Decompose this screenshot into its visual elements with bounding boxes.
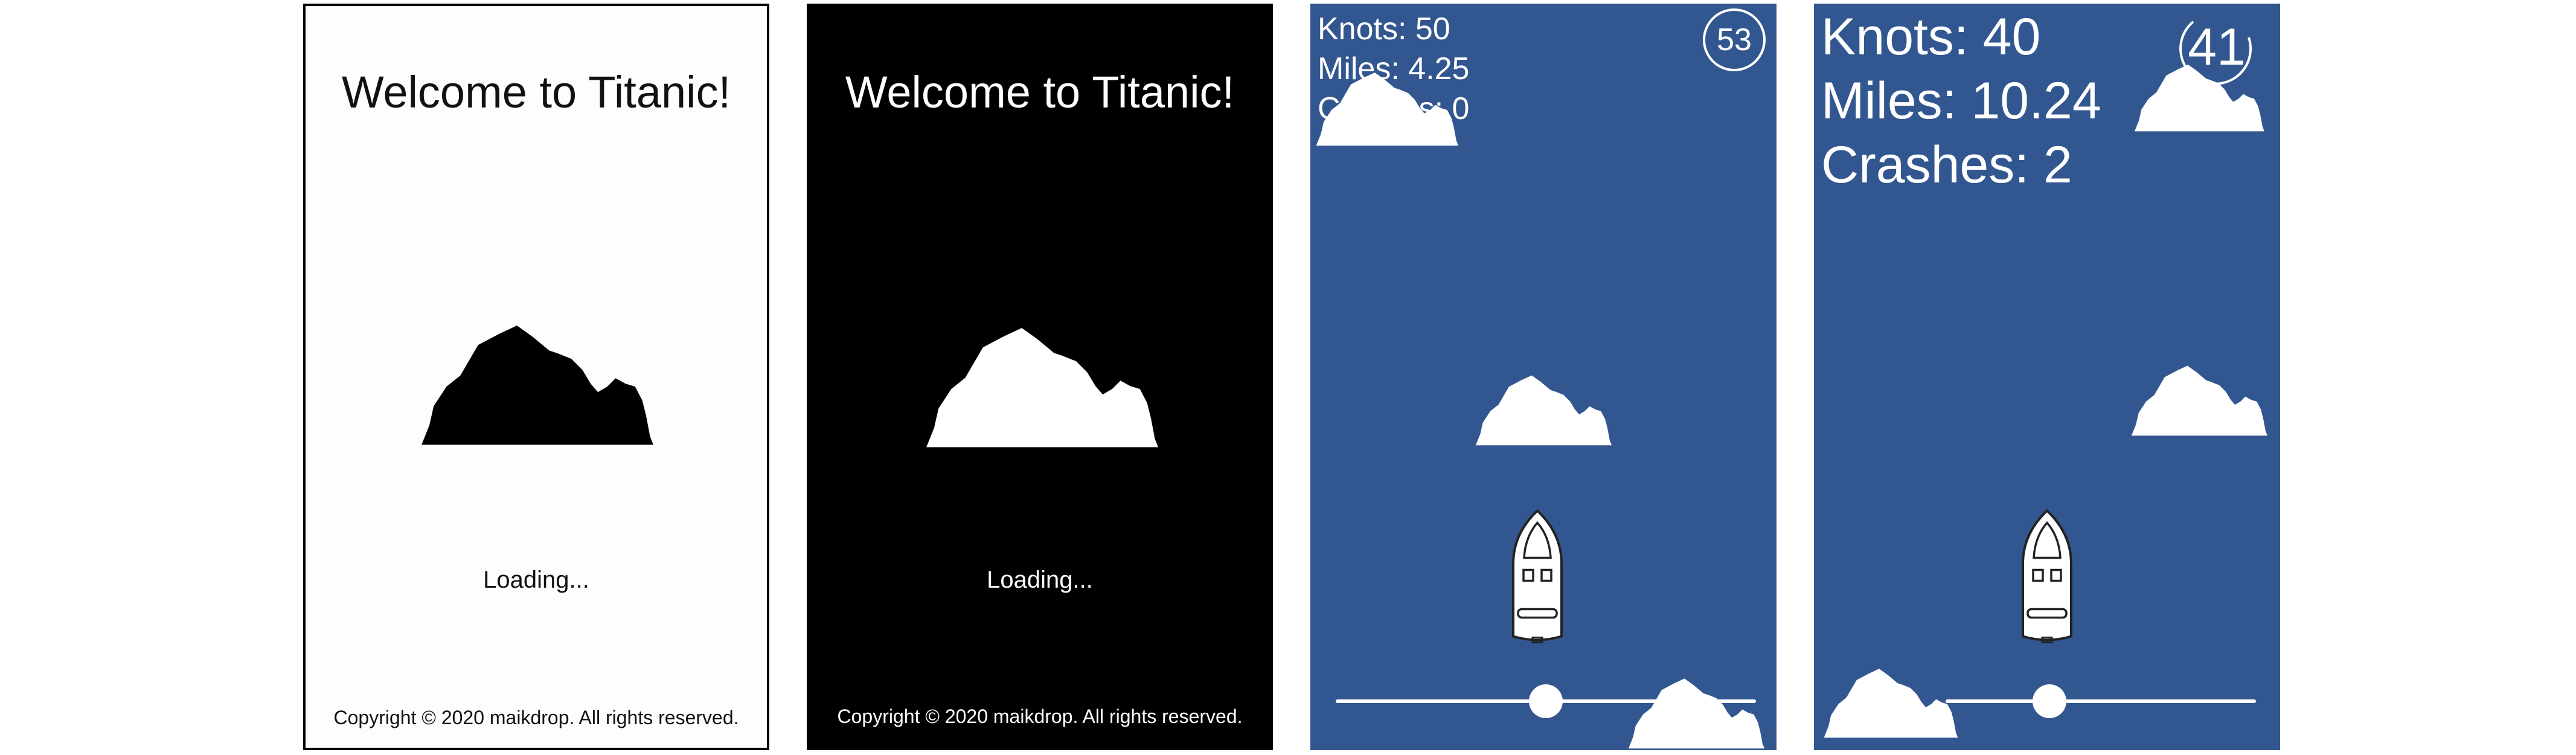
game-screen-large-hud[interactable]: Knots: 40 Miles: 10.24 Crashes: 2 41 [1814, 4, 2280, 750]
speed-slider-thumb[interactable] [2033, 684, 2066, 718]
countdown-timer: 53 [1703, 8, 1766, 71]
splash-screen-dark: Welcome to Titanic! Loading... Copyright… [807, 4, 1273, 750]
speed-slider-thumb[interactable] [1529, 684, 1563, 718]
miles-label: Miles: 10.24 [1821, 72, 2101, 130]
knots-label: Knots: 50 [1318, 11, 1450, 47]
game-screen-small-hud[interactable]: Knots: 50 Miles: 4.25 Crashes: 0 53 [1310, 4, 1777, 750]
copyright-label: Copyright © 2020 maikdrop. All rights re… [837, 705, 1243, 727]
iceberg-obstacle-icon [1316, 72, 1459, 146]
welcome-title: Welcome to Titanic! [845, 67, 1235, 117]
loading-label: Loading... [987, 567, 1093, 593]
ship-icon [2022, 509, 2072, 644]
welcome-title: Welcome to Titanic! [341, 67, 731, 117]
countdown-value: 53 [1717, 22, 1752, 57]
iceberg-obstacle-icon [2135, 64, 2264, 132]
loading-label: Loading... [483, 567, 589, 593]
iceberg-obstacle-icon [2131, 365, 2268, 436]
copyright-label: Copyright © 2020 maikdrop. All rights re… [333, 707, 739, 728]
speed-slider-track[interactable] [1946, 699, 2256, 703]
iceberg-obstacle-icon [1628, 678, 1765, 749]
ship-icon [1512, 509, 1563, 644]
splash-screen-light: Welcome to Titanic! Loading... Copyright… [303, 4, 769, 750]
knots-label: Knots: 40 [1821, 8, 2041, 66]
iceberg-logo-icon [421, 325, 654, 445]
crashes-label: Crashes: 2 [1821, 136, 2072, 194]
iceberg-obstacle-icon [1824, 669, 1958, 738]
iceberg-obstacle-icon [1475, 375, 1612, 446]
iceberg-logo-icon [926, 327, 1159, 448]
